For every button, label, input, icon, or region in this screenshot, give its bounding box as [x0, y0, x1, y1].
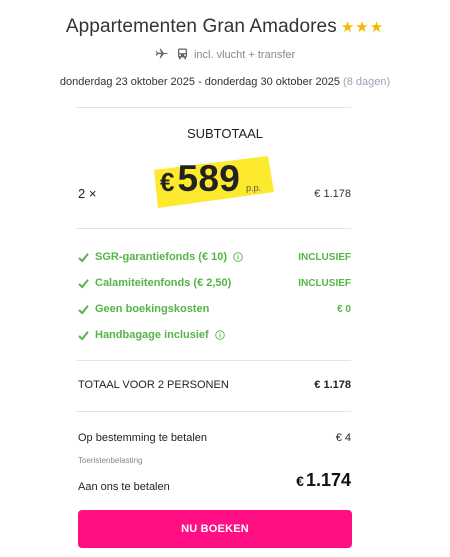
- divider: [77, 228, 351, 229]
- payment-value: 1.174: [305, 470, 351, 490]
- book-now-button[interactable]: NU BOEKEN: [78, 510, 352, 548]
- bus-icon: [177, 48, 188, 63]
- per-person-label: p.p.: [246, 183, 262, 193]
- check-icon: [78, 330, 89, 340]
- plane-icon: [155, 48, 169, 63]
- star-rating: ★★★: [340, 19, 385, 36]
- payment-amount: € 1.174: [296, 470, 351, 491]
- feature-label: Geen boekingskosten: [95, 303, 210, 315]
- destination-payment-amount: € 4: [335, 432, 351, 444]
- destination-payment-label: Op bestemming te betalen: [78, 432, 208, 444]
- price-per-person: € 589 p.p.: [150, 152, 290, 210]
- transport-info: incl. vlucht + transfer: [0, 48, 450, 63]
- hotel-title-row: Appartementen Gran Amadores ★★★: [0, 16, 450, 38]
- divider: [77, 411, 351, 412]
- transport-text: incl. vlucht + transfer: [193, 49, 296, 62]
- divider: [77, 107, 351, 108]
- feature-sgr: SGR-garantiefonds (€ 10): [78, 251, 243, 263]
- feature-calamiteitenfonds: Calamiteitenfonds (€ 2,50): [78, 277, 231, 289]
- subtotal-heading: SUBTOTAAL: [186, 126, 264, 141]
- check-icon: [78, 304, 89, 314]
- subtotal-amount: € 1.178: [314, 188, 351, 200]
- price-value: 589: [177, 158, 241, 199]
- travel-dates: donderdag 23 oktober 2025 - donderdag 30…: [0, 76, 450, 88]
- feature-label: SGR-garantiefonds (€ 10): [95, 251, 228, 263]
- tourist-tax-note: Toeristenbelasting: [78, 456, 143, 465]
- quantity-label: 2 ×: [78, 186, 97, 201]
- feature-boekingskosten: Geen boekingskosten: [78, 303, 209, 315]
- divider: [77, 360, 351, 361]
- total-amount: € 1.178: [314, 379, 351, 391]
- payment-label: Aan ons te betalen: [78, 481, 170, 493]
- check-icon: [78, 252, 89, 262]
- feature-value: INCLUSIEF: [298, 252, 351, 263]
- duration-label: (8 dagen): [343, 76, 391, 88]
- info-icon[interactable]: [214, 330, 225, 340]
- price-currency: €: [160, 167, 175, 197]
- feature-value: € 0: [337, 304, 351, 315]
- feature-label: Calamiteitenfonds (€ 2,50): [95, 277, 232, 289]
- feature-value: INCLUSIEF: [298, 278, 351, 289]
- info-icon[interactable]: [233, 252, 243, 262]
- total-label: TOTAAL VOOR 2 PERSONEN: [78, 379, 229, 391]
- feature-handbagage: Handbagage inclusief: [78, 329, 225, 341]
- check-icon: [78, 278, 89, 288]
- hotel-name: Appartementen Gran Amadores: [65, 16, 337, 37]
- payment-currency: €: [296, 473, 304, 489]
- feature-label: Handbagage inclusief: [95, 329, 209, 341]
- date-range: donderdag 23 oktober 2025 - donderdag 30…: [59, 76, 340, 88]
